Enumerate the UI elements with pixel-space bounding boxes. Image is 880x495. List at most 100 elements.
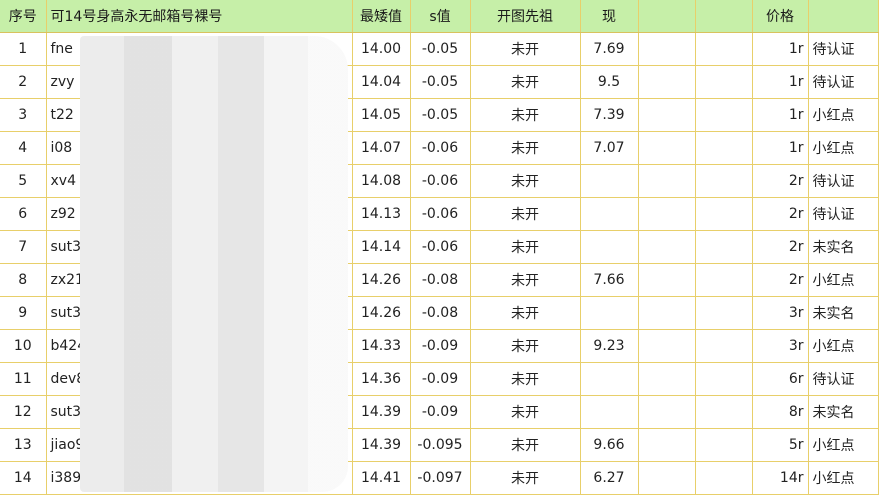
- row-now[interactable]: [580, 395, 639, 429]
- row-blank-2[interactable]: [695, 131, 753, 165]
- row-blank-2[interactable]: [695, 428, 753, 462]
- row-blank-2[interactable]: [695, 230, 753, 264]
- row-min-value[interactable]: 14.05: [352, 98, 411, 132]
- row-index[interactable]: 8: [0, 263, 47, 297]
- row-now[interactable]: 9.66: [580, 428, 639, 462]
- row-username[interactable]: sut3: [46, 230, 353, 264]
- row-price[interactable]: 2r: [752, 197, 809, 231]
- row-blank-1[interactable]: [638, 32, 696, 66]
- row-s-value[interactable]: -0.05: [410, 65, 471, 99]
- row-blank-2[interactable]: [695, 164, 753, 198]
- row-username[interactable]: dev84: [46, 362, 353, 396]
- row-status[interactable]: 待认证: [808, 197, 879, 231]
- row-username[interactable]: sut381: [46, 395, 353, 429]
- row-ancestor[interactable]: 未开: [470, 230, 581, 264]
- row-blank-1[interactable]: [638, 461, 696, 495]
- row-blank-1[interactable]: [638, 362, 696, 396]
- row-blank-2[interactable]: [695, 395, 753, 429]
- row-username[interactable]: xv4: [46, 164, 353, 198]
- row-now[interactable]: 9.23: [580, 329, 639, 363]
- col-header-s-value[interactable]: s值: [410, 0, 471, 33]
- row-s-value[interactable]: -0.06: [410, 197, 471, 231]
- row-status[interactable]: 未实名: [808, 230, 879, 264]
- row-min-value[interactable]: 14.26: [352, 296, 411, 330]
- row-price[interactable]: 1r: [752, 131, 809, 165]
- row-ancestor[interactable]: 未开: [470, 395, 581, 429]
- row-now[interactable]: 6.27: [580, 461, 639, 495]
- row-ancestor[interactable]: 未开: [470, 131, 581, 165]
- row-blank-1[interactable]: [638, 230, 696, 264]
- row-status[interactable]: 待认证: [808, 164, 879, 198]
- row-status[interactable]: 小红点: [808, 329, 879, 363]
- row-username[interactable]: i38930: [46, 461, 353, 495]
- row-index[interactable]: 3: [0, 98, 47, 132]
- row-ancestor[interactable]: 未开: [470, 65, 581, 99]
- row-blank-1[interactable]: [638, 296, 696, 330]
- row-now[interactable]: [580, 230, 639, 264]
- row-blank-2[interactable]: [695, 362, 753, 396]
- row-min-value[interactable]: 14.08: [352, 164, 411, 198]
- row-now[interactable]: [580, 197, 639, 231]
- row-price[interactable]: 6r: [752, 362, 809, 396]
- row-username[interactable]: z92: [46, 197, 353, 231]
- row-now[interactable]: 7.07: [580, 131, 639, 165]
- row-index[interactable]: 4: [0, 131, 47, 165]
- row-price[interactable]: 2r: [752, 263, 809, 297]
- col-header-price[interactable]: 价格: [752, 0, 809, 33]
- row-index[interactable]: 5: [0, 164, 47, 198]
- row-price[interactable]: 3r: [752, 329, 809, 363]
- row-status[interactable]: 待认证: [808, 65, 879, 99]
- row-status[interactable]: 小红点: [808, 263, 879, 297]
- row-blank-1[interactable]: [638, 329, 696, 363]
- row-ancestor[interactable]: 未开: [470, 32, 581, 66]
- row-index[interactable]: 10: [0, 329, 47, 363]
- row-index[interactable]: 13: [0, 428, 47, 462]
- row-min-value[interactable]: 14.36: [352, 362, 411, 396]
- row-blank-1[interactable]: [638, 65, 696, 99]
- row-now[interactable]: 7.39: [580, 98, 639, 132]
- row-blank-1[interactable]: [638, 98, 696, 132]
- row-price[interactable]: 2r: [752, 164, 809, 198]
- row-s-value[interactable]: -0.05: [410, 98, 471, 132]
- row-min-value[interactable]: 14.26: [352, 263, 411, 297]
- row-blank-1[interactable]: [638, 428, 696, 462]
- row-ancestor[interactable]: 未开: [470, 263, 581, 297]
- row-blank-2[interactable]: [695, 461, 753, 495]
- row-username[interactable]: i08: [46, 131, 353, 165]
- row-min-value[interactable]: 14.39: [352, 395, 411, 429]
- row-now[interactable]: 7.66: [580, 263, 639, 297]
- row-status[interactable]: 未实名: [808, 395, 879, 429]
- row-status[interactable]: 未实名: [808, 296, 879, 330]
- row-s-value[interactable]: -0.06: [410, 164, 471, 198]
- row-index[interactable]: 11: [0, 362, 47, 396]
- row-price[interactable]: 1r: [752, 32, 809, 66]
- row-username[interactable]: t22: [46, 98, 353, 132]
- row-s-value[interactable]: -0.05: [410, 32, 471, 66]
- row-index[interactable]: 1: [0, 32, 47, 66]
- row-s-value[interactable]: -0.09: [410, 395, 471, 429]
- row-ancestor[interactable]: 未开: [470, 296, 581, 330]
- row-now[interactable]: [580, 296, 639, 330]
- row-username[interactable]: sut38: [46, 296, 353, 330]
- row-index[interactable]: 7: [0, 230, 47, 264]
- row-status[interactable]: 小红点: [808, 461, 879, 495]
- row-price[interactable]: 1r: [752, 65, 809, 99]
- row-price[interactable]: 14r: [752, 461, 809, 495]
- row-s-value[interactable]: -0.08: [410, 263, 471, 297]
- col-header-min-value[interactable]: 最矮值: [352, 0, 411, 33]
- row-min-value[interactable]: 14.14: [352, 230, 411, 264]
- row-ancestor[interactable]: 未开: [470, 197, 581, 231]
- row-min-value[interactable]: 14.41: [352, 461, 411, 495]
- row-now[interactable]: [580, 362, 639, 396]
- row-blank-1[interactable]: [638, 131, 696, 165]
- row-index[interactable]: 9: [0, 296, 47, 330]
- row-min-value[interactable]: 14.33: [352, 329, 411, 363]
- col-header-username[interactable]: 可14号身高永无邮箱号裸号: [46, 0, 353, 33]
- row-min-value[interactable]: 14.04: [352, 65, 411, 99]
- row-ancestor[interactable]: 未开: [470, 461, 581, 495]
- row-s-value[interactable]: -0.097: [410, 461, 471, 495]
- row-blank-2[interactable]: [695, 329, 753, 363]
- row-blank-2[interactable]: [695, 197, 753, 231]
- row-username[interactable]: b4249: [46, 329, 353, 363]
- row-now[interactable]: [580, 164, 639, 198]
